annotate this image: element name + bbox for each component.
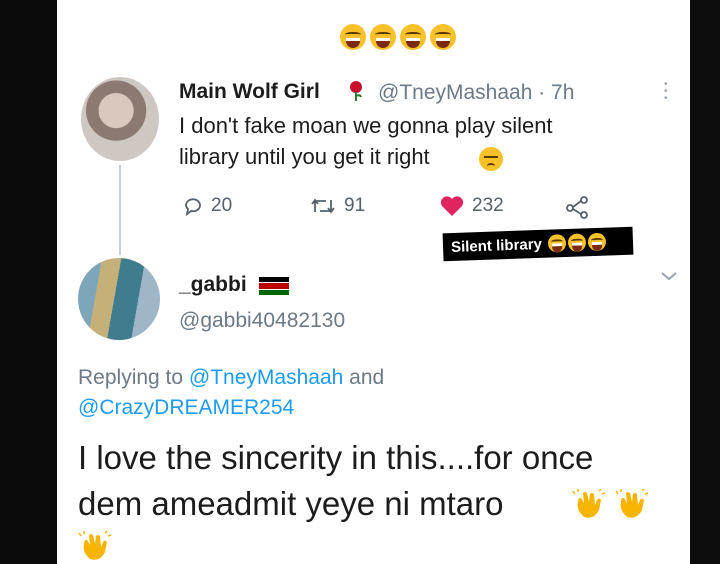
heart-icon [440,196,464,216]
mention-link[interactable]: @TneyMashaah [189,366,343,389]
sad-face-icon [479,147,503,171]
display-name[interactable]: _gabbi [179,273,247,297]
chevron-down-icon[interactable] [660,270,678,282]
handle[interactable]: @gabbi40482130 [179,309,345,333]
reply-button[interactable]: 20 [183,195,232,217]
clapping-hands-icon [572,488,606,518]
retweet-button[interactable]: 91 [310,195,365,217]
laughing-face-icon [400,24,426,50]
share-icon [566,196,588,219]
kenya-flag-icon [259,277,289,295]
mention-link[interactable]: @CrazyDREAMER254 [78,396,294,419]
like-count: 232 [472,195,504,216]
thread-line [119,165,121,255]
more-options-icon[interactable]: • • • [664,80,668,104]
laughing-face-icon [370,24,396,50]
avatar[interactable] [81,77,159,161]
rose-icon [350,81,362,101]
display-name[interactable]: Main Wolf Girl [179,80,320,104]
right-background [690,0,720,564]
left-background [0,0,57,564]
handle-time[interactable]: @TneyMashaah · 7h [378,81,574,105]
share-button[interactable] [565,195,591,224]
replying-label: Replying to [78,366,184,389]
reply-count: 20 [211,195,233,216]
replying-to: Replying to @TneyMashaah and [78,366,384,390]
top-emoji-row [340,24,456,50]
and-label: and [349,366,385,389]
laughing-face-icon [430,24,456,50]
like-button[interactable]: 232 [440,195,504,217]
sticker-text: Silent library [450,235,543,256]
reply-icon [185,198,201,216]
retweet-icon [311,198,335,214]
retweet-count: 91 [344,195,366,216]
clapping-hands-icon [78,530,112,560]
laughing-face-icon [587,232,607,252]
tweet-text-line2: library until you get it right [179,144,430,169]
laughing-face-icon [567,233,587,252]
avatar[interactable] [78,258,160,340]
replying-to-second: @CrazyDREAMER254 [78,396,294,420]
reply-text-line1: I love the sincerity in this....for once [78,439,594,476]
reply-text-line2: dem ameadmit yeye ni mtaro [78,485,504,522]
tweet-text-line1: I don't fake moan we gonna play silent [179,113,553,138]
laughing-face-icon [340,24,366,50]
laughing-face-icon [547,234,567,253]
clapping-hands-icon [615,488,649,518]
